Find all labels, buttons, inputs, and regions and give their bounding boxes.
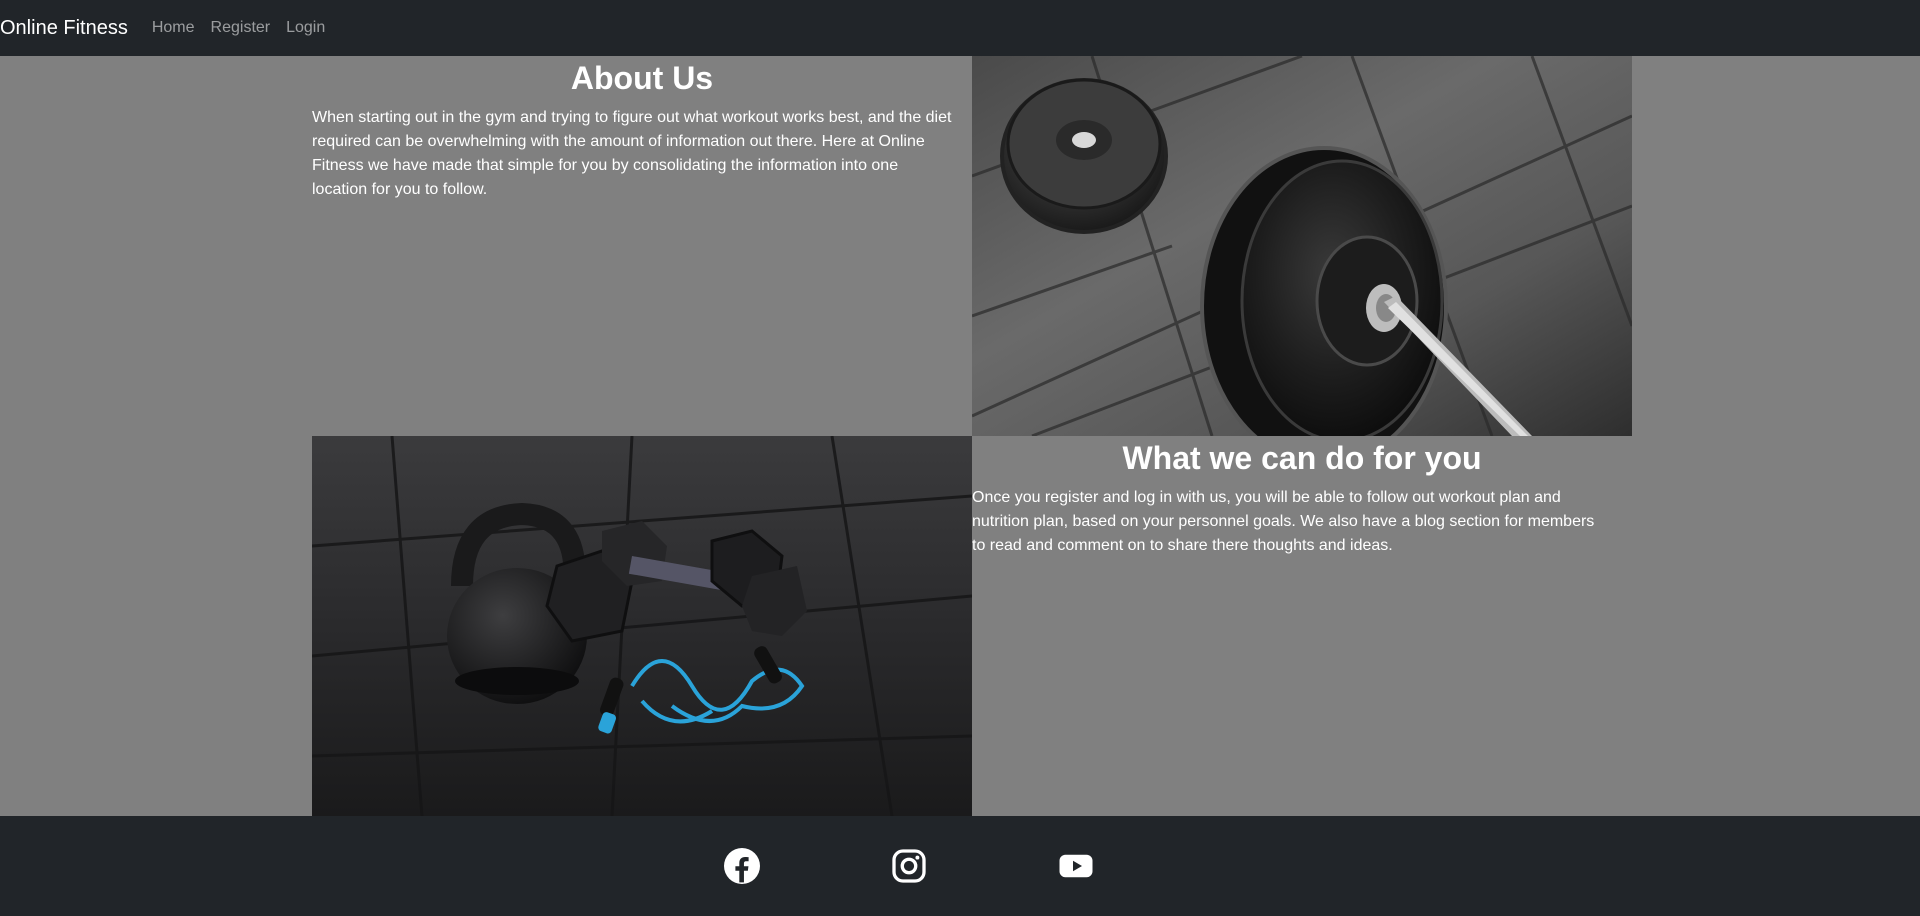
youtube-icon[interactable] bbox=[1058, 848, 1094, 884]
services-heading: What we can do for you bbox=[1122, 440, 1482, 476]
instagram-icon[interactable] bbox=[891, 848, 927, 884]
services-section: What we can do for you Once you register… bbox=[972, 436, 1632, 816]
barbell-image bbox=[971, 54, 1634, 466]
services-text: Once you register and log in with us, yo… bbox=[972, 489, 1595, 554]
brand-link[interactable]: Online Fitness bbox=[0, 17, 128, 40]
kettlebell-dumbbell-image bbox=[311, 435, 973, 817]
facebook-icon[interactable] bbox=[724, 848, 760, 884]
nav-link-register[interactable]: Register bbox=[211, 19, 271, 37]
navbar: Online Fitness Home Register Login bbox=[0, 0, 1920, 56]
about-heading: About Us bbox=[570, 60, 714, 96]
main-content: About Us When starting out in the gym an… bbox=[0, 54, 1920, 817]
about-text: When starting out in the gym and trying … bbox=[312, 109, 952, 198]
nav-link-home[interactable]: Home bbox=[152, 19, 195, 37]
about-section: About Us When starting out in the gym an… bbox=[312, 56, 972, 436]
nav-link-login[interactable]: Login bbox=[286, 19, 325, 37]
footer bbox=[0, 816, 1920, 916]
